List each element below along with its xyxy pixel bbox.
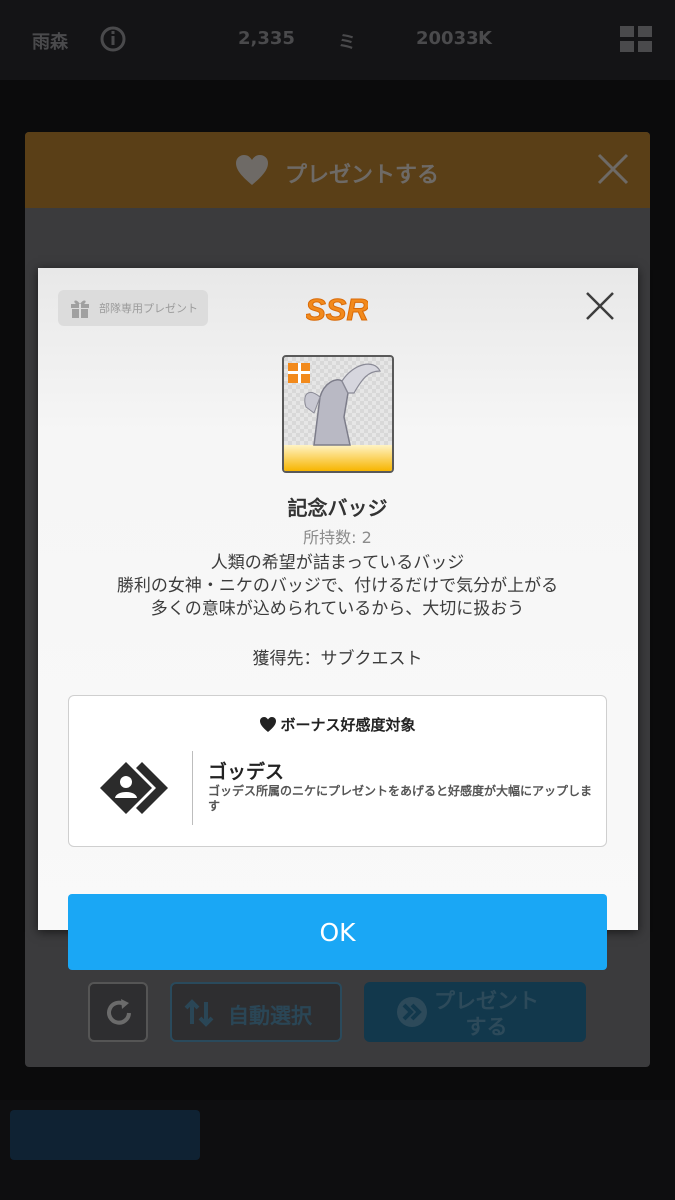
bottom-nav-button — [10, 1110, 200, 1160]
close-icon — [597, 153, 629, 185]
item-source: 獲得先：サブクエスト — [252, 649, 423, 669]
refresh-icon — [107, 999, 131, 1025]
close-icon[interactable] — [582, 288, 618, 324]
bonus-affinity-title: ボーナス好感度対象 — [0, 714, 675, 735]
status-icon-label: ミ — [338, 32, 356, 53]
background-dialog-title: プレゼントする — [285, 163, 440, 188]
present-label: プレゼント する — [434, 989, 539, 1039]
item-thumbnail — [282, 355, 394, 473]
goddess-squad-icon — [100, 762, 168, 814]
item-name: 記念バッジ — [287, 496, 388, 520]
owned-count: 所持数: 2 — [303, 528, 372, 547]
double-chevron-icon — [397, 997, 427, 1027]
bonus-affinity-label: ボーナス好感度対象 — [280, 716, 416, 734]
status-credit-unit: K — [478, 28, 492, 49]
heart-icon — [260, 717, 277, 732]
status-credit-count: 20033 — [416, 28, 479, 49]
status-text: 雨森 — [32, 32, 68, 53]
info-icon — [100, 26, 126, 52]
statue-badge-image — [284, 357, 392, 471]
top-status-bar: 雨森 2,335 20033 K ミ — [0, 0, 675, 80]
auto-select-button: 自動選択 — [170, 982, 342, 1042]
gift-icon — [71, 300, 89, 318]
squad-exclusive-label: 部隊専用プレゼント — [99, 302, 198, 315]
bonus-target-description: ゴッデス所属のニケにプレゼントをあげると好感度が大幅にアップします — [208, 784, 593, 813]
status-gem-count: 2,335 — [238, 28, 295, 49]
present-button: プレゼント する — [364, 982, 586, 1042]
item-description: 人類の希望が詰まっているバッジ 勝利の女神・ニケのバッジで、付けるだけで気分が上… — [116, 553, 559, 619]
refresh-button — [88, 982, 148, 1042]
ok-button[interactable]: OK — [68, 894, 607, 970]
ok-label: OK — [319, 918, 356, 947]
rarity-text: SSR — [306, 292, 368, 327]
bonus-target-name: ゴッデス — [208, 761, 285, 783]
auto-select-label: 自動選択 — [228, 1004, 312, 1028]
heart-icon — [236, 155, 268, 185]
ssr-rarity-badge: SSR — [306, 292, 368, 328]
panel-divider — [192, 751, 193, 825]
sort-arrows-icon — [184, 999, 214, 1027]
menu-grid-icon — [620, 26, 652, 52]
